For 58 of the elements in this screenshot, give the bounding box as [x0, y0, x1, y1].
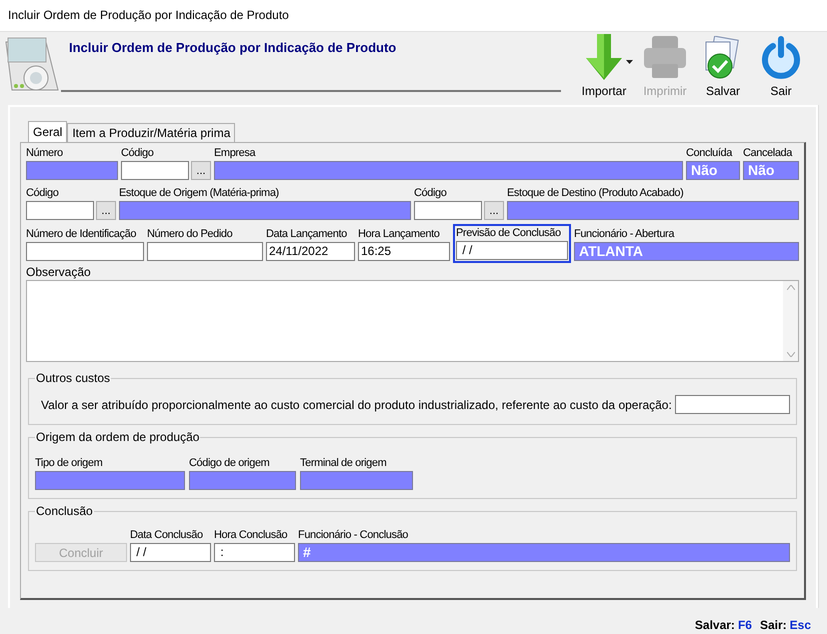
field-label: Data Conclusão	[130, 528, 203, 543]
field-label: Concluída	[686, 146, 732, 161]
field-label: Código de origem	[189, 456, 270, 471]
field-label: Código	[414, 186, 446, 201]
text-area[interactable]	[26, 280, 799, 362]
shortcut-label: Sair:	[760, 617, 787, 634]
group-title: Origem da ordem de produção	[35, 430, 200, 445]
field-label: Número de Identificação	[26, 227, 136, 242]
input-field[interactable]	[414, 201, 482, 220]
input-field[interactable]: 16:25	[358, 242, 450, 261]
field-label: Previsão de Conclusão	[456, 226, 561, 241]
window-title: Incluir Ordem de Produção por Indicação de Produto	[8, 7, 289, 24]
toolbar-button[interactable]: Sair	[755, 30, 807, 100]
shortcut-label: Salvar:	[694, 617, 735, 634]
field-label: Código	[26, 186, 58, 201]
caret-icon[interactable]	[626, 60, 633, 64]
field-label: Número	[26, 146, 63, 161]
browse-button[interactable]: ...	[96, 201, 116, 220]
tab[interactable]: Item a Produzir/Matéria prima	[67, 123, 236, 142]
field-label: Estoque de Destino (Produto Acabado)	[507, 186, 684, 201]
field-label: Número do Pedido	[147, 227, 232, 242]
power-icon	[759, 34, 803, 80]
tab[interactable]: Geral	[28, 121, 68, 142]
readonly-field: #	[298, 543, 790, 562]
printer-icon	[642, 34, 688, 80]
readonly-field: Não	[686, 161, 740, 180]
field-label: Hora Lançamento	[358, 227, 440, 242]
field-label: Observação	[26, 265, 92, 280]
shortcut-key: F6	[738, 616, 752, 634]
toolbar-button[interactable]: Salvar	[697, 30, 749, 100]
field-label: Empresa	[214, 146, 256, 161]
input-field[interactable]	[121, 161, 189, 180]
field-label: Código	[121, 146, 154, 161]
toolbar-button[interactable]: Importar	[578, 30, 630, 100]
field-label: Funcionário - Conclusão	[298, 528, 408, 543]
field-label: Cancelada	[743, 146, 792, 161]
input-field[interactable]	[147, 242, 263, 261]
input-field[interactable]: / /	[456, 241, 568, 260]
input-field[interactable]: 24/11/2022	[266, 242, 355, 261]
browse-button[interactable]: ...	[484, 201, 504, 220]
field-label: Tipo de origem	[35, 456, 102, 471]
field-label: Data Lançamento	[266, 227, 347, 242]
browse-button[interactable]: ...	[191, 161, 211, 180]
cost-label: Valor a ser atribuído proporcionalmente ao custo comercial do produto industrializado, referente ao custo da operação:	[41, 396, 672, 414]
input-field[interactable]	[26, 242, 144, 261]
shortcut-key: Esc	[790, 616, 811, 634]
readonly-field: Não	[743, 161, 799, 180]
readonly-field: ATLANTA	[574, 242, 799, 261]
input-field[interactable]	[674, 395, 790, 414]
page-title: Incluir Ordem de Produção por Indicação de Produto	[68, 38, 398, 57]
field-label: Hora Conclusão	[214, 528, 288, 543]
field-label: Estoque de Origem (Matéria-prima)	[119, 186, 279, 201]
field-label: Terminal de origem	[300, 456, 386, 471]
input-field[interactable]	[26, 201, 94, 220]
down-arrow-icon	[586, 34, 622, 80]
field-label: Funcionário - Abertura	[574, 227, 674, 242]
input-field[interactable]: / /	[130, 543, 211, 562]
input-field[interactable]: :	[214, 543, 295, 562]
